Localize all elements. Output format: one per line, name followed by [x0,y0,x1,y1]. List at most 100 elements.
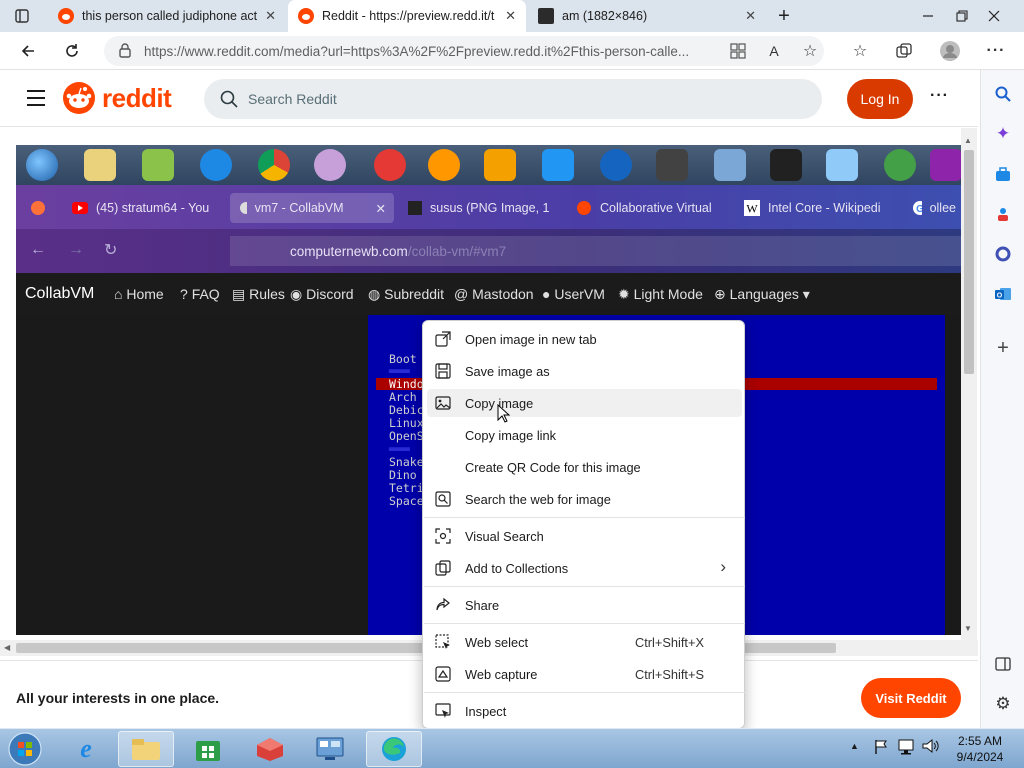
tab-close-icon[interactable]: ✕ [265,8,276,24]
start-button[interactable] [4,730,46,768]
control-panel-icon [316,737,344,760]
taskbar-edge[interactable] [366,731,422,767]
embedded-reload-icon: ↻ [104,242,118,259]
taskbar-ie[interactable]: e [58,731,114,767]
scroll-left-icon[interactable]: ◀ [4,643,10,652]
outlook-icon[interactable]: O [989,280,1017,308]
embedded-firefox-navbar: ← → ↻ computernewb.com /collab-vm/#vm7 [16,229,961,273]
question-icon: ? [180,286,192,302]
shortcut-web-capture: Ctrl+Shift+S [635,667,704,682]
clock-time: 2:55 AM [957,734,1003,748]
embedded-tab-title: Collaborative Virtual [600,201,712,215]
back-arrow-icon[interactable] [14,37,42,65]
menu-item-open-image-new-tab[interactable]: Open image in new tab [427,325,742,353]
scrollbar-thumb[interactable] [964,150,974,374]
minimize-icon[interactable] [912,0,944,32]
action-center-flag-icon[interactable] [874,739,888,758]
reddit-search-input[interactable]: Search Reddit [204,79,822,119]
new-tab-button[interactable]: + [768,0,800,32]
tab-title: Reddit - https://preview.redd.it/t [322,9,495,23]
menu-item-save-image-as[interactable]: Save image as [427,357,742,385]
sidebar-settings-gear-icon[interactable]: ⚙ [989,690,1017,718]
menu-item-web-capture[interactable]: Web capture Ctrl+Shift+S [427,660,742,688]
url-text[interactable]: https://www.reddit.com/media?url=https%3… [144,44,689,59]
tab-reddit-judiphone[interactable]: this person called judiphone act ✕ [48,0,286,32]
globe-icon: ⊕ [714,285,730,302]
windows-start-orb-icon [26,149,58,181]
hide-sidebar-icon[interactable] [989,650,1017,678]
reddit-more-options-icon[interactable]: ··· [930,87,949,105]
search-icon[interactable] [989,80,1017,108]
taskbar-control-panel[interactable] [302,731,358,767]
collabvm-nav-light-mode: ✹ Light Mode [618,285,703,302]
embedded-firefox-tabs: (45) stratum64 - You vm7 - CollabVM ✕ su… [16,185,961,229]
menu-item-visual-search[interactable]: Visual Search [427,522,742,550]
tab-actions-icon[interactable] [6,0,38,32]
show-hidden-icons-icon[interactable]: ▲ [850,741,859,751]
settings-more-icon[interactable]: ··· [982,37,1010,65]
visit-reddit-button[interactable]: Visit Reddit [861,678,961,718]
vertical-scrollbar[interactable]: ▲ ▼ [961,128,977,640]
embedded-tab-title: Intel Core - Wikipedi [768,201,881,215]
tab-image-am[interactable]: am (1882×846) ✕ [528,0,766,32]
close-window-icon[interactable] [978,0,1010,32]
address-bar[interactable]: https://www.reddit.com/media?url=https%3… [104,36,824,66]
scroll-down-icon[interactable]: ▼ [964,624,972,633]
app-purple-icon [930,149,961,181]
scroll-up-icon[interactable]: ▲ [964,136,972,145]
browser-toolbar: https://www.reddit.com/media?url=https%3… [0,32,1024,70]
system-clock[interactable]: 2:55 AM 9/4/2024 [944,733,1016,765]
shortcut-web-select: Ctrl+Shift+X [635,635,704,650]
menu-item-copy-image-link[interactable]: Copy image link [427,421,742,449]
edge-sidebar: ✦ O + ⚙ [980,70,1024,728]
collabvm-nav-rules: ▤ Rules [232,285,285,302]
embedded-url-host: computernewb.com [290,243,408,259]
shopping-icon[interactable] [989,160,1017,188]
menu-item-inspect[interactable]: Inspect [427,697,742,725]
menu-item-web-select[interactable]: Web select Ctrl+Shift+X [427,628,742,656]
hamburger-menu-icon[interactable] [26,89,46,110]
refresh-icon[interactable] [58,37,86,65]
edge-icon [382,737,406,761]
embedded-tab-title: ollee [929,201,956,215]
office-icon[interactable] [989,240,1017,268]
reddit-snoo-icon [63,82,95,114]
image-icon [435,395,451,411]
tab-reddit-preview[interactable]: Reddit - https://preview.redd.it/t ✕ [288,0,526,32]
menu-item-share[interactable]: Share [427,591,742,619]
embedded-tab-title: (45) stratum64 - You [96,201,210,215]
favorites-icon[interactable]: ☆ [846,37,874,65]
network-icon[interactable] [898,739,914,758]
media-player-icon [484,149,516,181]
search-placeholder: Search Reddit [248,91,337,107]
mastodon-icon: @ [454,286,473,302]
tab-close-icon[interactable]: ✕ [505,8,516,24]
embedded-tab: susus (PNG Image, 1 [400,193,560,223]
add-sidebar-app-icon[interactable]: + [989,334,1017,362]
taskbar-red-app[interactable] [242,731,298,767]
menu-item-add-to-collections[interactable]: Add to Collections › [427,554,742,582]
restore-icon[interactable] [946,0,978,32]
volume-icon[interactable] [922,738,940,757]
menu-item-search-web-for-image[interactable]: Search the web for image [427,485,742,513]
embedded-tab-title: vm7 - CollabVM [254,201,344,215]
taskbar-store[interactable] [180,731,236,767]
collections-icon[interactable] [890,37,918,65]
add-favorite-icon[interactable]: ☆ [796,37,824,65]
menu-separator [424,517,745,518]
boot-line: Linux [389,416,424,430]
menu-item-create-qr-code[interactable]: Create QR Code for this image [427,453,742,481]
copilot-icon[interactable]: ✦ [989,120,1017,148]
lock-icon[interactable] [118,42,132,61]
reddit-logo[interactable]: reddit [62,81,172,115]
games-icon[interactable] [989,200,1017,228]
profile-avatar-icon[interactable] [936,37,964,65]
app-available-icon[interactable] [724,37,752,65]
read-aloud-icon[interactable]: A [760,37,788,65]
taskbar-explorer[interactable] [118,731,174,767]
collabvm-nav-mastodon: @ Mastodon [454,286,534,302]
tab-close-icon[interactable]: ✕ [745,8,756,24]
login-button[interactable]: Log In [847,79,913,119]
menu-item-copy-image[interactable]: Copy image [427,389,742,417]
save-icon [435,363,451,379]
